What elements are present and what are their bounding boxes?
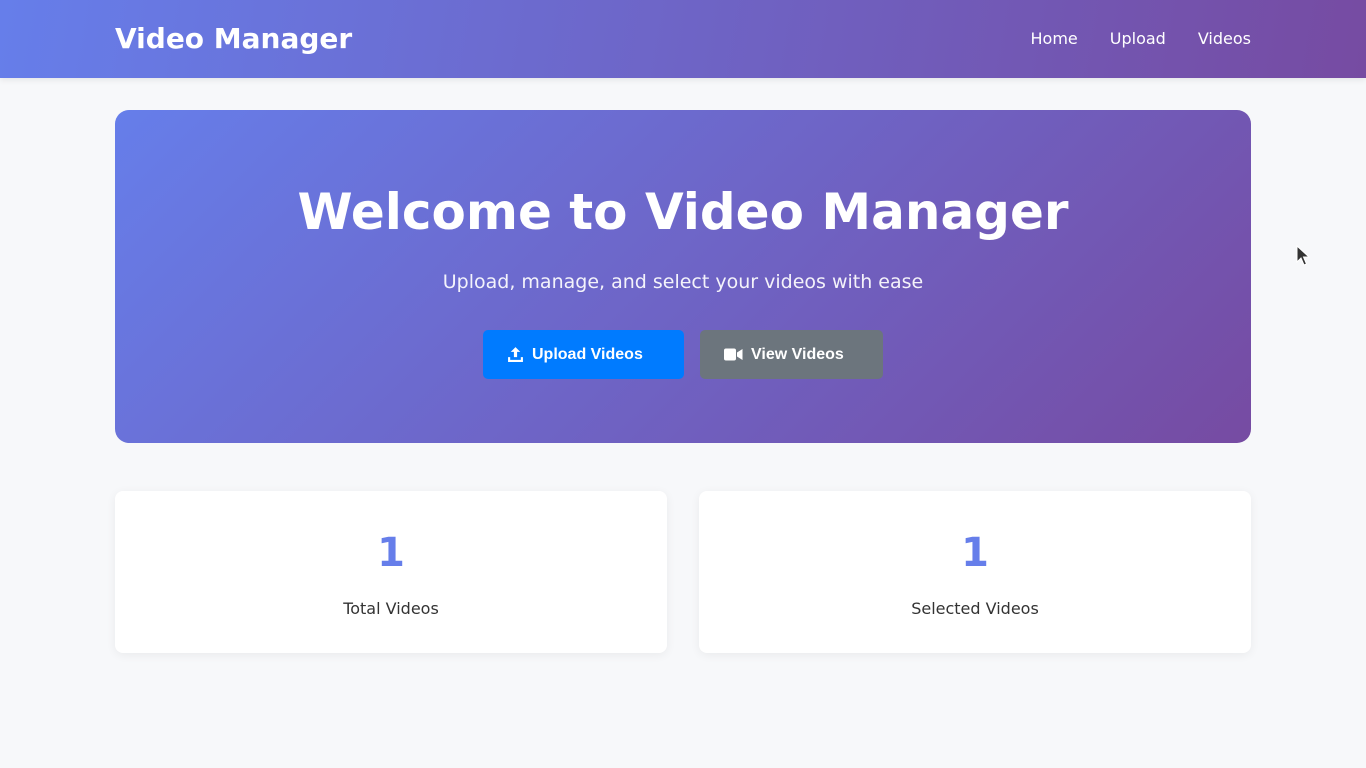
nav-link-upload[interactable]: Upload bbox=[1110, 28, 1166, 50]
hero-subtitle: Upload, manage, and select your videos w… bbox=[442, 271, 924, 293]
stat-card-selected-videos: 1 Selected Videos bbox=[699, 491, 1251, 653]
total-videos-count: 1 bbox=[377, 530, 405, 576]
view-videos-button[interactable]: View Videos bbox=[700, 330, 883, 379]
nav-link-videos[interactable]: Videos bbox=[1198, 28, 1251, 50]
hero-title: Welcome to Video Manager bbox=[297, 183, 1069, 241]
total-videos-label: Total Videos bbox=[343, 599, 439, 618]
main-nav: Home Upload Videos bbox=[1031, 28, 1251, 50]
video-camera-icon bbox=[724, 347, 743, 362]
selected-videos-label: Selected Videos bbox=[911, 599, 1039, 618]
view-videos-label: View Videos bbox=[751, 345, 844, 363]
brand-logo-text[interactable]: Video Manager bbox=[115, 20, 352, 58]
top-navbar: Video Manager Home Upload Videos bbox=[0, 0, 1366, 78]
hero-banner: Welcome to Video Manager Upload, manage,… bbox=[115, 110, 1251, 443]
stat-card-total-videos: 1 Total Videos bbox=[115, 491, 667, 653]
selected-videos-count: 1 bbox=[961, 530, 989, 576]
upload-icon bbox=[507, 346, 524, 363]
hero-actions: Upload Videos View Videos bbox=[115, 330, 1251, 379]
upload-videos-button[interactable]: Upload Videos bbox=[483, 330, 684, 379]
mouse-pointer-icon bbox=[1296, 244, 1311, 271]
nav-link-home[interactable]: Home bbox=[1031, 28, 1078, 50]
upload-videos-label: Upload Videos bbox=[532, 345, 643, 363]
